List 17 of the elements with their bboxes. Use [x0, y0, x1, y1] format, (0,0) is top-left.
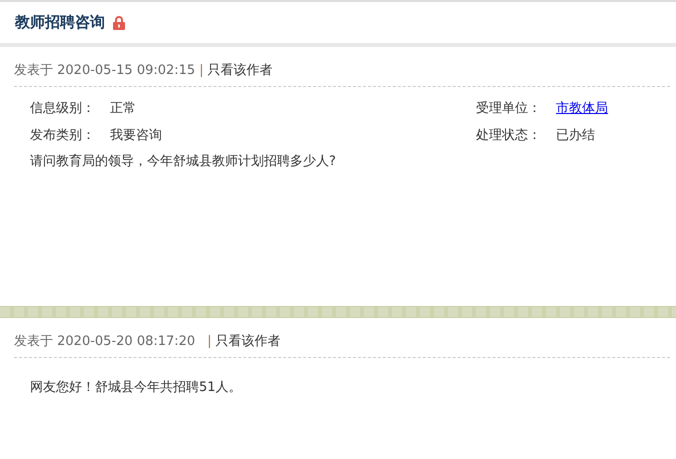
field-label: 发布类别： — [30, 127, 96, 145]
post-body: 网友您好！舒城县今年共招聘51人。 — [29, 378, 243, 396]
separator: | — [199, 62, 204, 80]
field-link[interactable]: 市教体局 — [556, 100, 608, 116]
field-value: 已办结 — [556, 128, 595, 143]
field-label: 信息级别： — [30, 100, 96, 118]
field-value: 我要咨询 — [110, 128, 162, 143]
post-date: 发表于 2020-05-20 08:17:20 — [14, 333, 196, 351]
field-label: 处理状态： — [476, 127, 542, 145]
field-value: 正常 — [110, 100, 136, 116]
post-body: 请问教育局的领导，今年舒城县教师计划招聘多少人? — [29, 152, 337, 170]
author-only-link[interactable]: 只看该作者 — [208, 61, 273, 80]
field-label: 受理单位： — [476, 100, 542, 118]
page-title: 教师招聘咨询 — [15, 12, 105, 34]
author-only-link[interactable]: 只看该作者 — [216, 332, 281, 352]
post-date: 发表于 2020-05-15 09:02:15 — [14, 62, 196, 80]
separator: | — [207, 333, 212, 351]
